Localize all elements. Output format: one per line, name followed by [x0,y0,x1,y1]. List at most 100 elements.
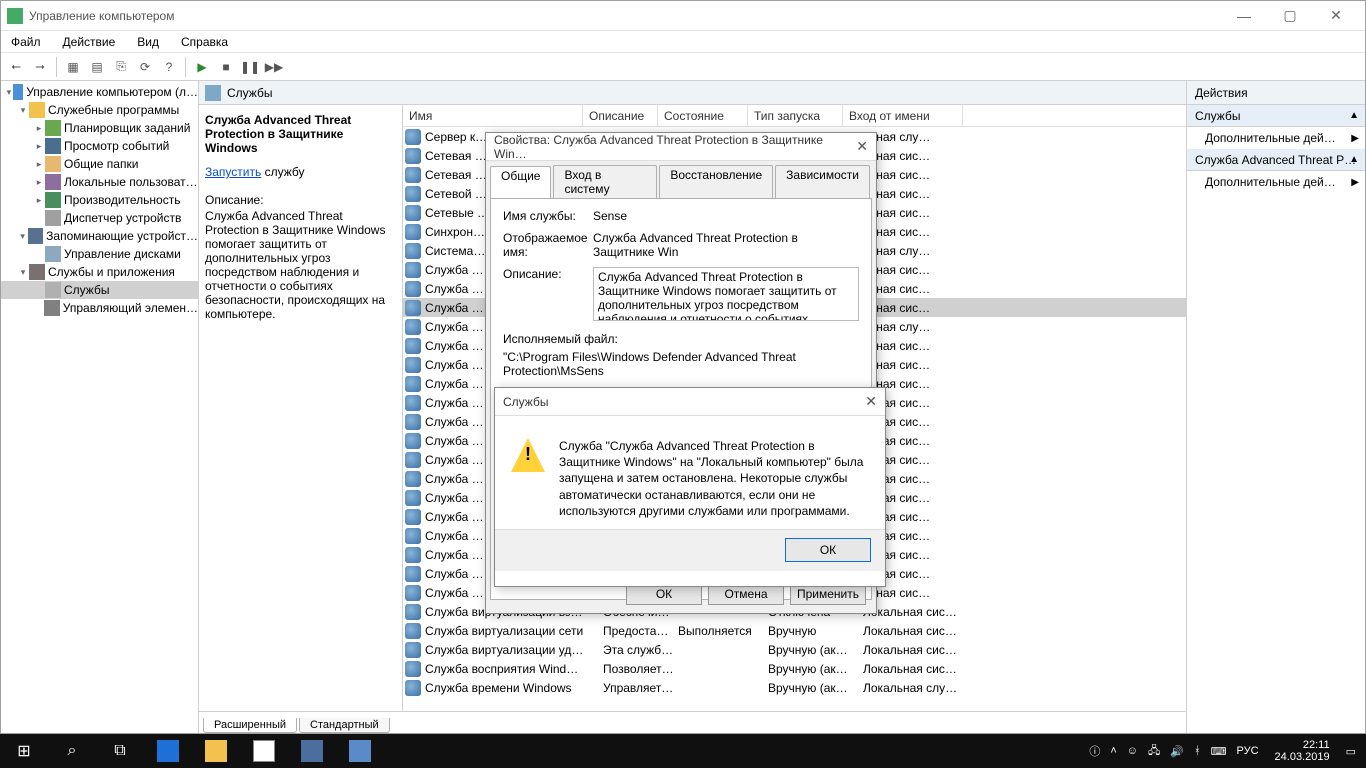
service-name-label: Имя службы: [503,209,593,223]
tab-dependencies[interactable]: Зависимости [775,165,870,198]
tree-device-manager[interactable]: ·Диспетчер устройств [1,209,198,227]
col-startup-type[interactable]: Тип запуска [748,105,843,126]
minimize-button[interactable]: — [1221,1,1267,31]
tab-general[interactable]: Общие [490,166,551,199]
service-icon [405,547,421,563]
tray-chevron-up-icon[interactable]: ˄ [1110,745,1116,757]
col-state[interactable]: Состояние [658,105,748,126]
taskbar-app-mail[interactable] [288,734,336,768]
service-icon [405,566,421,582]
service-row[interactable]: Служба восприятия Wind…Позволяет…Вручную… [403,659,1186,678]
actions-more-1[interactable]: Дополнительные дей…▶ [1187,127,1365,149]
menu-help[interactable]: Справка [177,35,232,49]
titlebar[interactable]: Управление компьютером — ▢ ✕ [1,1,1365,31]
menu-file[interactable]: Файл [7,35,45,49]
tray-bluetooth-icon[interactable]: ᚼ [1194,745,1201,757]
tray-help-icon[interactable]: ⓘ [1089,743,1100,759]
service-row[interactable]: Служба виртуализации сетиПредостав…Выпол… [403,621,1186,640]
description-label: Описание: [205,193,396,207]
tree-system-tools[interactable]: ▾Служебные программы [1,101,198,119]
tray-keyboard-icon[interactable]: ⌨ [1211,745,1227,758]
stop-icon[interactable]: ■ [215,56,237,78]
service-icon [405,528,421,544]
window-title: Управление компьютером [29,9,174,23]
back-button[interactable]: ⭠ [5,56,27,78]
service-icon [405,661,421,677]
tree-wmi-control[interactable]: ·Управляющий элемен… [1,299,198,317]
dialog-titlebar[interactable]: Свойства: Служба Advanced Threat Protect… [486,133,876,161]
taskbar-app-edge[interactable] [144,734,192,768]
close-button[interactable]: ✕ [1313,1,1359,31]
col-description[interactable]: Описание [583,105,658,126]
menu-action[interactable]: Действие [59,35,120,49]
taskbar-app-explorer[interactable] [192,734,240,768]
warning-icon [511,438,545,472]
actions-group-selected[interactable]: Служба Advanced Threat P…▲ [1187,149,1365,171]
tree-local-users[interactable]: ▸Локальные пользоват… [1,173,198,191]
tab-logon[interactable]: Вход в систему [553,165,657,198]
search-button[interactable]: ⌕ [48,734,96,768]
service-icon [405,186,421,202]
properties-button[interactable]: ▤ [86,56,108,78]
tray-network-icon[interactable]: 🖧 [1148,742,1160,761]
system-tray: ⓘ ˄ ☺ 🖧 🔊 ᚼ ⌨ РУС 22:11 24.03.2019 ▭ [1089,739,1366,763]
service-row[interactable]: Служба виртуализации уд…Эта служб…Вручну… [403,640,1186,659]
forward-button[interactable]: ⭢ [29,56,51,78]
services-header-label: Службы [227,86,272,100]
tree-services[interactable]: ·Службы [1,281,198,299]
actions-more-2[interactable]: Дополнительные дей…▶ [1187,171,1365,193]
up-button[interactable]: ▦ [62,56,84,78]
msgbox-close-button[interactable]: ✕ [865,393,877,410]
dialog-close-button[interactable]: ✕ [856,138,868,155]
start-button[interactable]: ⊞ [0,734,48,768]
msgbox-ok-button[interactable]: ОК [785,538,871,562]
help-button[interactable]: ? [158,56,180,78]
pause-icon[interactable]: ❚❚ [239,56,261,78]
maximize-button[interactable]: ▢ [1267,1,1313,31]
tray-volume-icon[interactable]: 🔊 [1170,745,1184,758]
dialog-tabs: Общие Вход в систему Восстановление Зави… [486,161,876,198]
taskbar-app-store[interactable] [240,734,288,768]
tab-extended[interactable]: Расширенный [203,718,297,733]
task-view-button[interactable]: ⧉ [96,734,144,768]
tree-performance[interactable]: ▸Производительность [1,191,198,209]
description-textarea[interactable]: Служба Advanced Threat Protection в Защи… [593,267,859,321]
msgbox-body: Служба "Служба Advanced Threat Protectio… [495,416,885,529]
tree-root[interactable]: ▾Управление компьютером (л… [1,83,198,101]
service-icon [405,281,421,297]
service-icon [405,357,421,373]
taskbar-app-mmc[interactable] [336,734,384,768]
tab-standard[interactable]: Стандартный [299,718,390,733]
tree-task-scheduler[interactable]: ▸Планировщик заданий [1,119,198,137]
description-text: Служба Advanced Threat Protection в Защи… [205,209,396,321]
restart-icon[interactable]: ▶▶ [263,56,285,78]
msgbox-titlebar[interactable]: Службы ✕ [495,388,885,416]
actions-group-services[interactable]: Службы▲ [1187,105,1365,127]
tree-event-viewer[interactable]: ▸Просмотр событий [1,137,198,155]
tray-clock[interactable]: 22:11 24.03.2019 [1269,739,1336,763]
tree-storage[interactable]: ▾Запоминающие устройст… [1,227,198,245]
service-icon [405,490,421,506]
display-name: Служба Advanced Threat Protection в Защи… [593,231,859,259]
play-icon[interactable]: ▶ [191,56,213,78]
tab-recovery[interactable]: Восстановление [659,165,773,198]
service-icon [405,452,421,468]
services-icon [205,85,221,101]
tree-shared-folders[interactable]: ▸Общие папки [1,155,198,173]
navigation-tree[interactable]: ▾Управление компьютером (л… ▾Служебные п… [1,81,199,733]
tray-people-icon[interactable]: ☺ [1127,745,1138,757]
export-button[interactable]: ⎘ [110,56,132,78]
executable-path: "C:\Program Files\Windows Defender Advan… [503,350,859,378]
start-service-link[interactable]: Запустить [205,165,261,179]
col-logon-as[interactable]: Вход от имени [843,105,963,126]
tray-language[interactable]: РУС [1237,745,1259,757]
refresh-button[interactable]: ⟳ [134,56,156,78]
tree-services-apps[interactable]: ▾Службы и приложения [1,263,198,281]
menu-view[interactable]: Вид [133,35,163,49]
taskbar[interactable]: ⊞ ⌕ ⧉ ⓘ ˄ ☺ 🖧 🔊 ᚼ ⌨ РУС 22:11 24.03.2019… [0,734,1366,768]
service-icon [405,262,421,278]
service-row[interactable]: Служба времени WindowsУправляет…Вручную … [403,678,1186,697]
tray-notifications-icon[interactable]: ▭ [1346,745,1356,758]
col-name[interactable]: Имя [403,105,583,126]
tree-disk-management[interactable]: ·Управление дисками [1,245,198,263]
